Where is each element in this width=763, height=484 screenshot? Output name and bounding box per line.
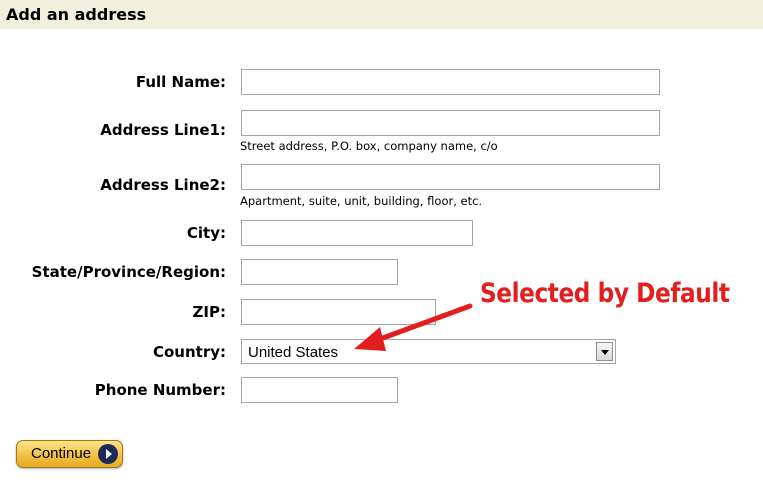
annotation-arrow-icon [354,303,473,351]
continue-button[interactable]: Continue [16,440,123,468]
annotation-text: Selected by Default [480,278,730,309]
continue-label: Continue [31,445,92,462]
play-arrow-icon [98,444,118,464]
